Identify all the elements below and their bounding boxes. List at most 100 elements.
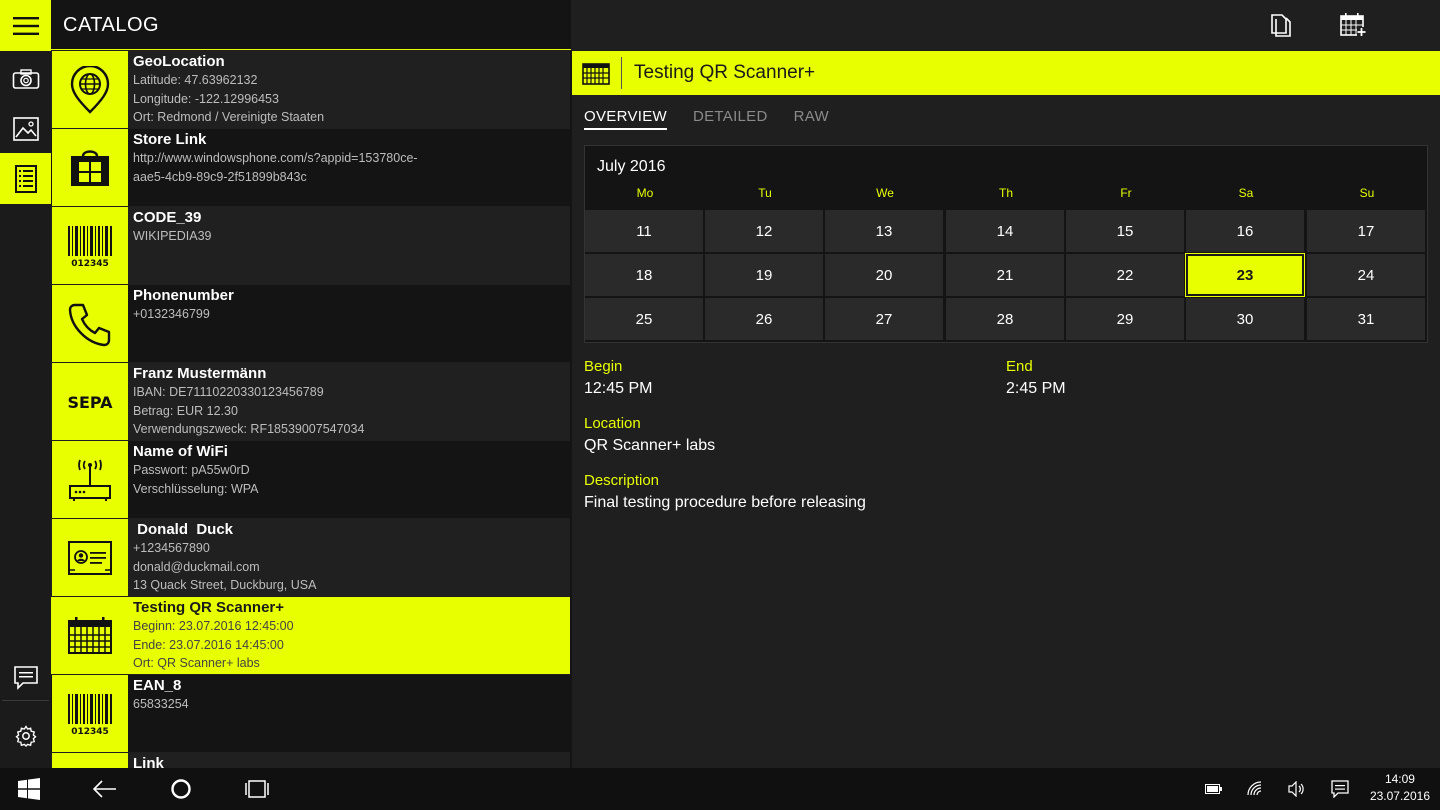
list-item[interactable]: Name of WiFi Passwort: pA55w0rD Verschlü… <box>51 441 570 518</box>
tab-overview[interactable]: OVERVIEW <box>584 108 667 130</box>
tab-raw[interactable]: RAW <box>794 108 829 130</box>
task-view-button[interactable] <box>240 774 274 804</box>
begin-value: 12:45 PM <box>584 380 653 397</box>
settings-button[interactable] <box>0 710 51 761</box>
start-button[interactable] <box>12 774 46 804</box>
weekday-label: Th <box>998 186 1013 200</box>
calendar-day-selected[interactable]: 23 <box>1185 253 1305 297</box>
calendar-day[interactable]: 11 <box>585 210 703 252</box>
notification-icon <box>1331 780 1349 798</box>
calendar-day[interactable]: 15 <box>1066 210 1184 252</box>
calendar-day[interactable]: 19 <box>705 254 823 296</box>
location-value: QR Scanner+ labs <box>584 437 716 454</box>
back-button[interactable] <box>88 774 122 804</box>
barcode-digits: 012345 <box>71 259 109 268</box>
calendar-day[interactable]: 24 <box>1307 254 1425 296</box>
calendar-day[interactable]: 31 <box>1307 298 1425 340</box>
calendar-day[interactable]: 14 <box>946 210 1064 252</box>
barcode-icon: 012345 <box>68 225 112 268</box>
taskbar: 14:09 23.07.2016 <box>0 768 1440 810</box>
list-item[interactable]: 012345 EAN_8 65833254 <box>51 675 570 752</box>
scan-image-button[interactable] <box>0 103 51 154</box>
add-to-calendar-button[interactable] <box>1338 10 1368 40</box>
item-line: +1234567890 <box>133 541 210 555</box>
battery-indicator[interactable] <box>1202 774 1226 804</box>
item-line: Ort: Redmond / Vereinigte Staaten <box>133 110 325 124</box>
volume-indicator[interactable] <box>1285 774 1309 804</box>
list-item[interactable]: Donald Duck +1234567890 donald@duckmail.… <box>51 519 570 596</box>
calendar-icon <box>68 616 112 654</box>
list-item-selected[interactable]: Testing QR Scanner+ Beginn: 23.07.2016 1… <box>51 597 570 674</box>
catalog-list[interactable]: GeoLocation Latitude: 47.63962132 Longit… <box>51 51 570 768</box>
detail-title: Testing QR Scanner+ <box>634 62 816 83</box>
item-line: Ende: 23.07.2016 14:45:00 <box>133 637 284 652</box>
calendar-day[interactable]: 21 <box>946 254 1064 296</box>
item-line: Beginn: 23.07.2016 12:45:00 <box>133 619 294 633</box>
item-icon-tile: 012345 <box>52 207 128 284</box>
calendar-day[interactable]: 25 <box>585 298 703 340</box>
system-clock[interactable]: 14:09 23.07.2016 <box>1370 771 1430 805</box>
cortana-button[interactable] <box>164 774 198 804</box>
action-center-button[interactable] <box>1327 774 1353 804</box>
weekday-label: Fr <box>1120 186 1132 200</box>
item-line: Verwendungszweck: RF18539007547034 <box>133 422 365 436</box>
network-indicator[interactable] <box>1244 774 1268 804</box>
calendar-day[interactable]: 29 <box>1066 298 1184 340</box>
calendar-view: July 2016 Mo Tu We Th Fr Sa Su 11 12 13 14 15 16 17 18… <box>584 145 1428 343</box>
copy-button[interactable] <box>1266 10 1296 40</box>
item-icon-tile <box>52 519 128 596</box>
speaker-icon <box>1288 781 1304 797</box>
description-value: Final testing procedure before releasing <box>584 494 866 511</box>
weekday-label: Tu <box>758 186 772 200</box>
calendar-icon <box>582 63 610 85</box>
item-title: EAN_8 <box>133 677 182 694</box>
calendar-add-icon <box>1340 13 1366 36</box>
end-field: End 2:45 PM <box>1006 357 1066 401</box>
item-line: 65833254 <box>133 697 189 711</box>
calendar-day[interactable]: 17 <box>1307 210 1425 252</box>
catalog-button[interactable] <box>0 153 51 204</box>
list-item[interactable]: Phonenumber +0132346799 <box>51 285 570 362</box>
calendar-day[interactable]: 18 <box>585 254 703 296</box>
gear-icon <box>14 724 37 747</box>
list-item[interactable]: SEPA Franz Mustermänn IBAN: DE7111022033… <box>51 363 570 440</box>
item-line: Passwort: pA55w0rD <box>133 463 250 477</box>
back-arrow-icon <box>93 780 116 798</box>
calendar-day[interactable]: 20 <box>825 254 943 296</box>
feedback-button[interactable] <box>0 652 51 703</box>
calendar-day[interactable]: 12 <box>705 210 823 252</box>
phone-icon <box>68 303 111 346</box>
calendar-day[interactable]: 28 <box>946 298 1064 340</box>
item-icon-tile: 012345 <box>52 675 128 752</box>
calendar-day[interactable]: 13 <box>825 210 943 252</box>
item-title: Testing QR Scanner+ <box>133 599 285 616</box>
globe-pin-icon <box>70 65 110 114</box>
item-icon-tile <box>52 441 128 518</box>
item-line: +0132346799 <box>133 307 210 321</box>
scan-camera-button[interactable] <box>0 53 51 104</box>
list-item[interactable]: Store Link http://www.windowsphone.com/s… <box>51 129 570 206</box>
calendar-day[interactable]: 30 <box>1186 298 1304 340</box>
calendar-day[interactable]: 22 <box>1066 254 1184 296</box>
list-item[interactable]: 012345 CODE_39 WIKIPEDIA39 <box>51 207 570 284</box>
item-title: Franz Mustermänn <box>133 365 267 382</box>
list-item[interactable]: GeoLocation Latitude: 47.63962132 Longit… <box>51 51 570 128</box>
calendar-day[interactable]: 16 <box>1186 210 1304 252</box>
description-field: Description Final testing procedure befo… <box>584 471 866 515</box>
list-item[interactable]: Link <box>51 753 570 768</box>
sepa-logo-text: SEPA <box>67 393 113 412</box>
calendar-day[interactable]: 26 <box>705 298 823 340</box>
item-line: aae5-4cb9-89c9-2f51899b843c <box>133 169 307 184</box>
tab-detailed[interactable]: DETAILED <box>693 108 768 130</box>
item-icon-tile <box>52 51 128 128</box>
task-view-icon <box>245 780 269 798</box>
calendar-day[interactable]: 27 <box>825 298 943 340</box>
weekday-label: Sa <box>1238 186 1254 200</box>
battery-icon <box>1205 784 1222 794</box>
end-label: End <box>1006 358 1033 375</box>
weekday-label: Su <box>1359 186 1375 200</box>
detail-tabs: OVERVIEW DETAILED RAW <box>584 108 829 130</box>
contact-card-icon <box>68 540 112 575</box>
menu-button[interactable] <box>0 0 51 51</box>
copy-icon <box>1271 14 1291 37</box>
